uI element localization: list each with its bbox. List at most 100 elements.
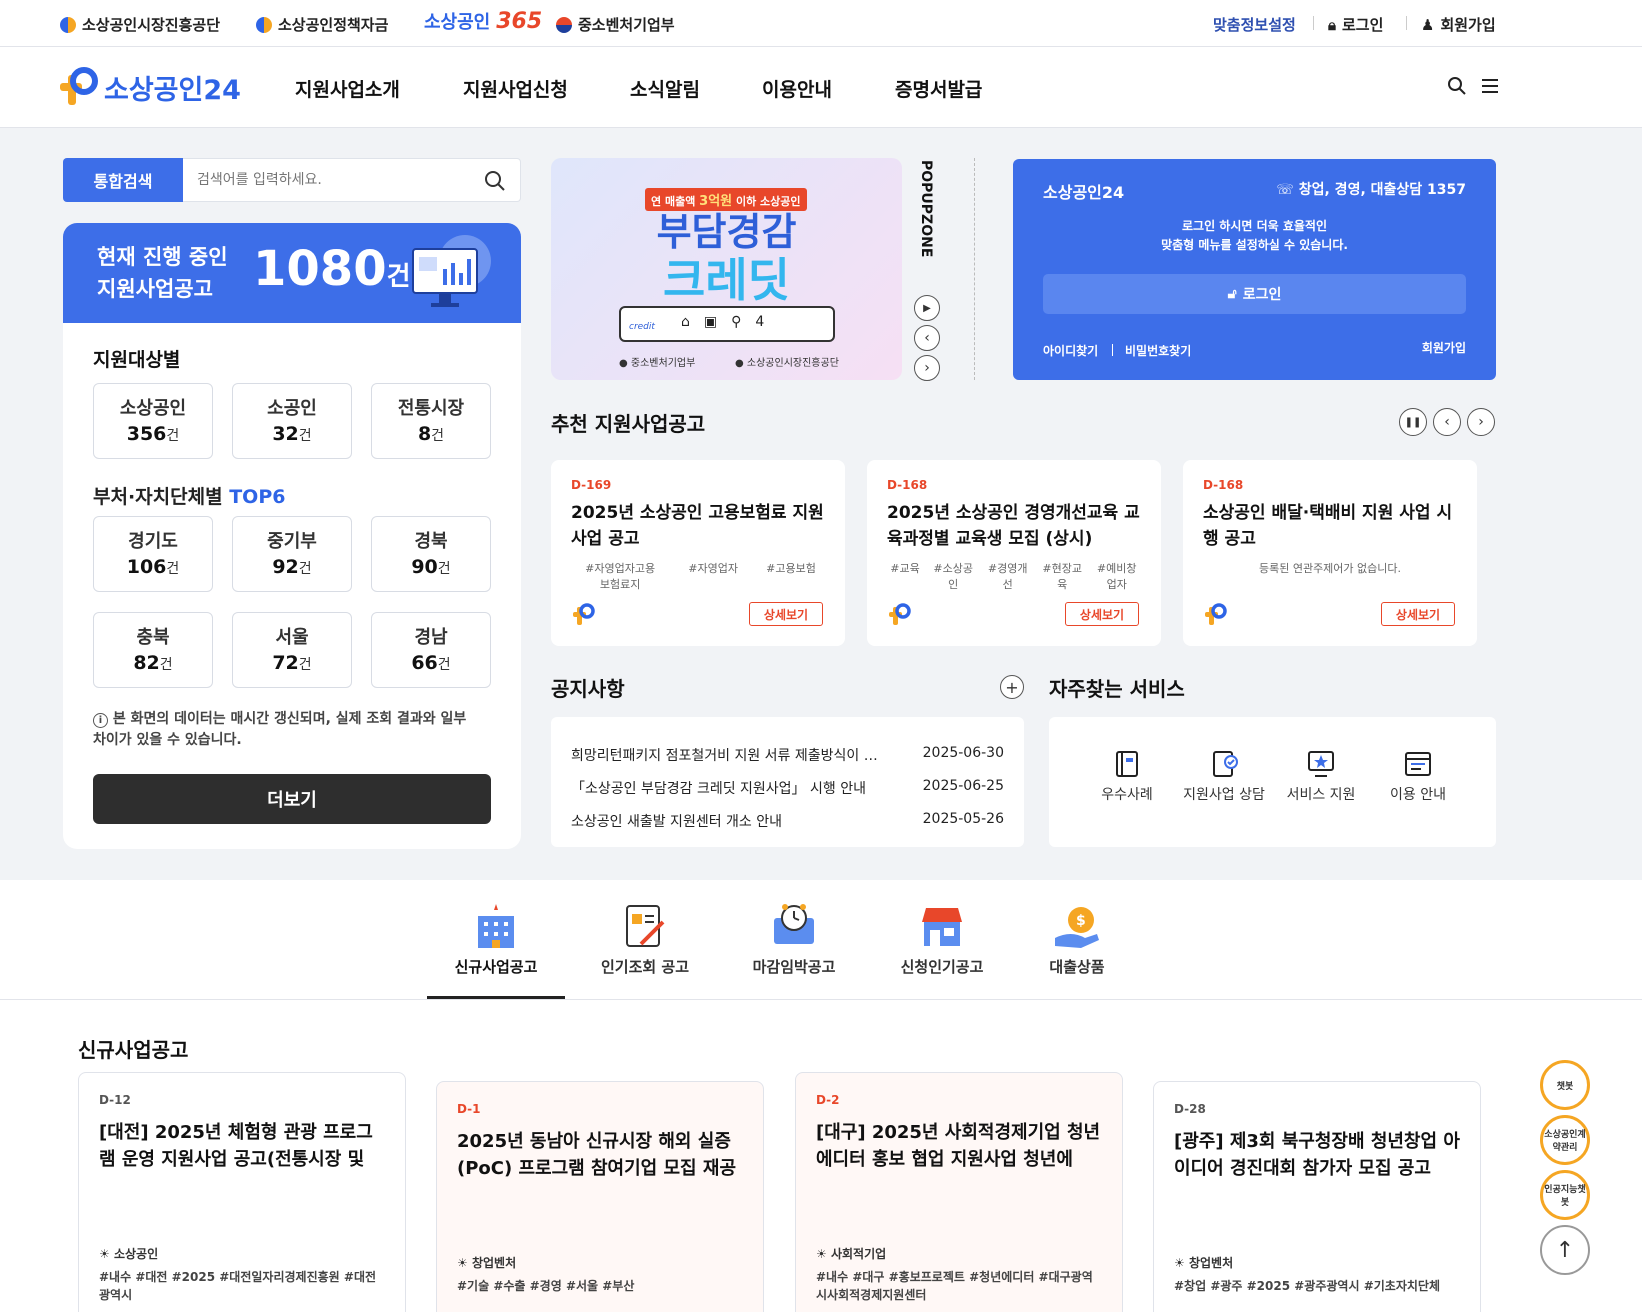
menu-guide[interactable]: 이용안내 xyxy=(762,75,832,102)
dept-name: 중기부 xyxy=(267,531,317,552)
phone-icon: ☏ xyxy=(1276,182,1294,198)
tab-loan[interactable]: $ 대출상품 xyxy=(1012,900,1142,977)
service-best-cases[interactable]: 우수사례 xyxy=(1082,748,1172,804)
count-unit: 건 xyxy=(431,428,445,444)
newbiz-card[interactable]: D-2 [대구] 2025년 사회적경제기업 청년 에디터 홍보 협업 지원사업… xyxy=(795,1072,1123,1312)
notice-text: 「소상공인 부담경감 크레딧 지원사업」 시행 안내 xyxy=(571,781,866,797)
service-guide[interactable]: 이용 안내 xyxy=(1373,748,1463,804)
target-box[interactable]: 소상공인 356건 xyxy=(93,383,213,459)
join-label: 회원가입 xyxy=(1440,16,1496,34)
card-title: 2025년 동남아 신규시장 해외 실증(PoC) 프로그램 참여기업 모집 재… xyxy=(457,1131,737,1179)
search-icon[interactable] xyxy=(1447,76,1467,96)
tab-popular[interactable]: 인기조회 공고 xyxy=(580,900,710,977)
count-value: 32 xyxy=(272,423,299,445)
play-button[interactable]: ▶ xyxy=(914,295,940,321)
find-id-link[interactable]: 아이디찾기 xyxy=(1043,342,1098,359)
menu-news[interactable]: 소식알림 xyxy=(630,75,700,102)
hamburger-menu-icon[interactable] xyxy=(1481,77,1499,95)
contract-button[interactable]: 소상공인계약관리 xyxy=(1540,1115,1590,1165)
tab-apply-popular[interactable]: 신청인기공고 xyxy=(877,900,1007,977)
scroll-top-button[interactable]: ↑ xyxy=(1540,1225,1590,1275)
target-box[interactable]: 소공인 32건 xyxy=(232,383,352,459)
target-name: 소공인 xyxy=(267,398,317,419)
join-link[interactable]: ♟ 회원가입 xyxy=(1421,14,1496,35)
book-icon xyxy=(1116,751,1138,777)
next-button[interactable]: › xyxy=(914,355,940,381)
category-text: 사회적기업 xyxy=(830,1247,887,1261)
dday-badge: D-2 xyxy=(816,1093,840,1107)
pause-button[interactable]: ❚❚ xyxy=(1399,408,1427,436)
login-button[interactable]: 🔓︎ 로그인 xyxy=(1043,274,1466,314)
recommend-card[interactable]: D-168 소상공인 배달·택배비 지원 사업 시행 공고 등록된 연관주제어가… xyxy=(1183,460,1477,646)
ai-chatbot-button[interactable]: 인공지능챗봇 xyxy=(1540,1170,1590,1220)
banner-logo2-text: 소상공인시장진흥공단 xyxy=(746,358,839,369)
sun-icon: ☀ xyxy=(99,1247,110,1261)
org-link-semas[interactable]: 소상공인시장진흥공단 xyxy=(60,14,220,35)
dept-box[interactable]: 경남 66건 xyxy=(371,612,491,688)
dept-box[interactable]: 경북 90건 xyxy=(371,516,491,592)
card-tags: #교육 #소상공인 #경영개선 #현장교육 #예비창업자 xyxy=(887,560,1141,592)
notice-row[interactable]: 「소상공인 부담경감 크레딧 지원사업」 시행 안내 2025-06-25 xyxy=(571,778,1004,798)
service-support[interactable]: 서비스 지원 xyxy=(1276,748,1366,804)
login-link[interactable]: 🔒︎ 로그인 xyxy=(1328,14,1383,35)
utility-bar: 소상공인시장진흥공단 소상공인정책자금 소상공인 365 중소벤처기업부 맞춤정보… xyxy=(0,0,1642,47)
custom-info-link[interactable]: 맞춤정보설정 xyxy=(1213,14,1296,35)
recommend-card[interactable]: D-169 2025년 소상공인 고용보험료 지원사업 공고 #자영업자고용보험… xyxy=(551,460,845,646)
org-link-fund[interactable]: 소상공인정책자금 xyxy=(256,14,388,35)
info-icon: i xyxy=(93,713,108,728)
dept-box[interactable]: 충북 82건 xyxy=(93,612,213,688)
category-text: 소상공인 xyxy=(113,1247,159,1261)
banner-tag-a: 연 매출액 xyxy=(651,195,696,208)
newbiz-card[interactable]: D-28 [광주] 제3회 북구청장배 청년창업 아이디어 경진대회 참가자 모… xyxy=(1153,1081,1481,1312)
more-button[interactable]: 더보기 xyxy=(93,774,491,824)
find-pw-link[interactable]: 비밀번호찾기 xyxy=(1125,342,1191,359)
detail-button[interactable]: 상세보기 xyxy=(1065,602,1139,626)
join-link[interactable]: 회원가입 xyxy=(1422,339,1466,356)
search-input[interactable] xyxy=(183,159,463,201)
site-logo[interactable]: 소상공인24 xyxy=(60,67,241,107)
tag: #경영개선 xyxy=(987,562,1028,591)
target-count: 32건 xyxy=(233,423,351,445)
detail-button[interactable]: 상세보기 xyxy=(749,602,823,626)
search-icon[interactable] xyxy=(484,170,506,192)
menu-apply[interactable]: 지원사업신청 xyxy=(463,75,568,102)
dday-badge: D-1 xyxy=(457,1102,481,1116)
tag: #고용보험 xyxy=(766,562,816,575)
tab-deadline[interactable]: 마감임박공고 xyxy=(729,900,859,977)
banner-tag: 연 매출액 3억원 이하 소상공인 xyxy=(645,188,807,211)
target-box[interactable]: 전통시장 8건 xyxy=(371,383,491,459)
dept-box[interactable]: 경기도 106건 xyxy=(93,516,213,592)
detail-button[interactable]: 상세보기 xyxy=(1381,602,1455,626)
popup-banner[interactable]: 연 매출액 3억원 이하 소상공인 부담경감 크레딧 credit ⌂▣⚲4 ● … xyxy=(551,158,902,380)
dept-box[interactable]: 중기부 92건 xyxy=(232,516,352,592)
service-consult[interactable]: 지원사업 상담 xyxy=(1179,748,1269,804)
notice-row[interactable]: 소상공인 새출발 지원센터 개소 안내 2025-05-26 xyxy=(571,811,1004,831)
prev-button[interactable]: ‹ xyxy=(1433,408,1461,436)
recommend-card[interactable]: D-168 2025년 소상공인 경영개선교육 교육과정별 교육생 모집 (상시… xyxy=(867,460,1161,646)
org-link-label: 중소벤처기업부 xyxy=(578,16,675,34)
prev-button[interactable]: ‹ xyxy=(914,325,940,351)
tab-new[interactable]: 신규사업공고 xyxy=(431,900,561,977)
org-link-mss[interactable]: 중소벤처기업부 xyxy=(556,14,675,35)
newbiz-card[interactable]: D-12 [대전] 2025년 체험형 관광 프로그램 운영 지원사업 공고(전… xyxy=(78,1072,406,1312)
notice-list: 희망리턴패키지 점포철거비 지원 서류 제출방식이 … 2025-06-30 「소… xyxy=(551,717,1024,847)
dept-box[interactable]: 서울 72건 xyxy=(232,612,352,688)
notice-row[interactable]: 희망리턴패키지 점포철거비 지원 서류 제출방식이 … 2025-06-30 xyxy=(571,745,1004,765)
newbiz-title: 신규사업공고 xyxy=(78,1038,189,1062)
menu-certificate[interactable]: 증명서발급 xyxy=(895,75,982,102)
newbiz-card[interactable]: D-1 2025년 동남아 신규시장 해외 실증(PoC) 프로그램 참여기업 … xyxy=(436,1081,764,1312)
target-count: 8건 xyxy=(372,423,490,445)
logo-mark-icon xyxy=(1205,603,1227,625)
menu-intro[interactable]: 지원사업소개 xyxy=(295,75,400,102)
next-button[interactable]: › xyxy=(1467,408,1495,436)
count-value: 92 xyxy=(272,556,299,578)
dept-title-text: 부처·자치단체별 xyxy=(93,486,223,508)
notice-more-button[interactable]: + xyxy=(1000,675,1024,699)
count-unit: 건 xyxy=(298,657,312,673)
arrow-up-icon: ↑ xyxy=(1555,1237,1575,1263)
brand-365-link[interactable]: 소상공인 365 xyxy=(424,8,542,34)
search-tab[interactable]: 통합검색 xyxy=(63,158,183,202)
tab-label: 인기조회 공고 xyxy=(600,958,690,976)
chatbot-button[interactable]: 챗봇 xyxy=(1540,1060,1590,1110)
banner-tag-b: 3억원 xyxy=(699,194,733,209)
